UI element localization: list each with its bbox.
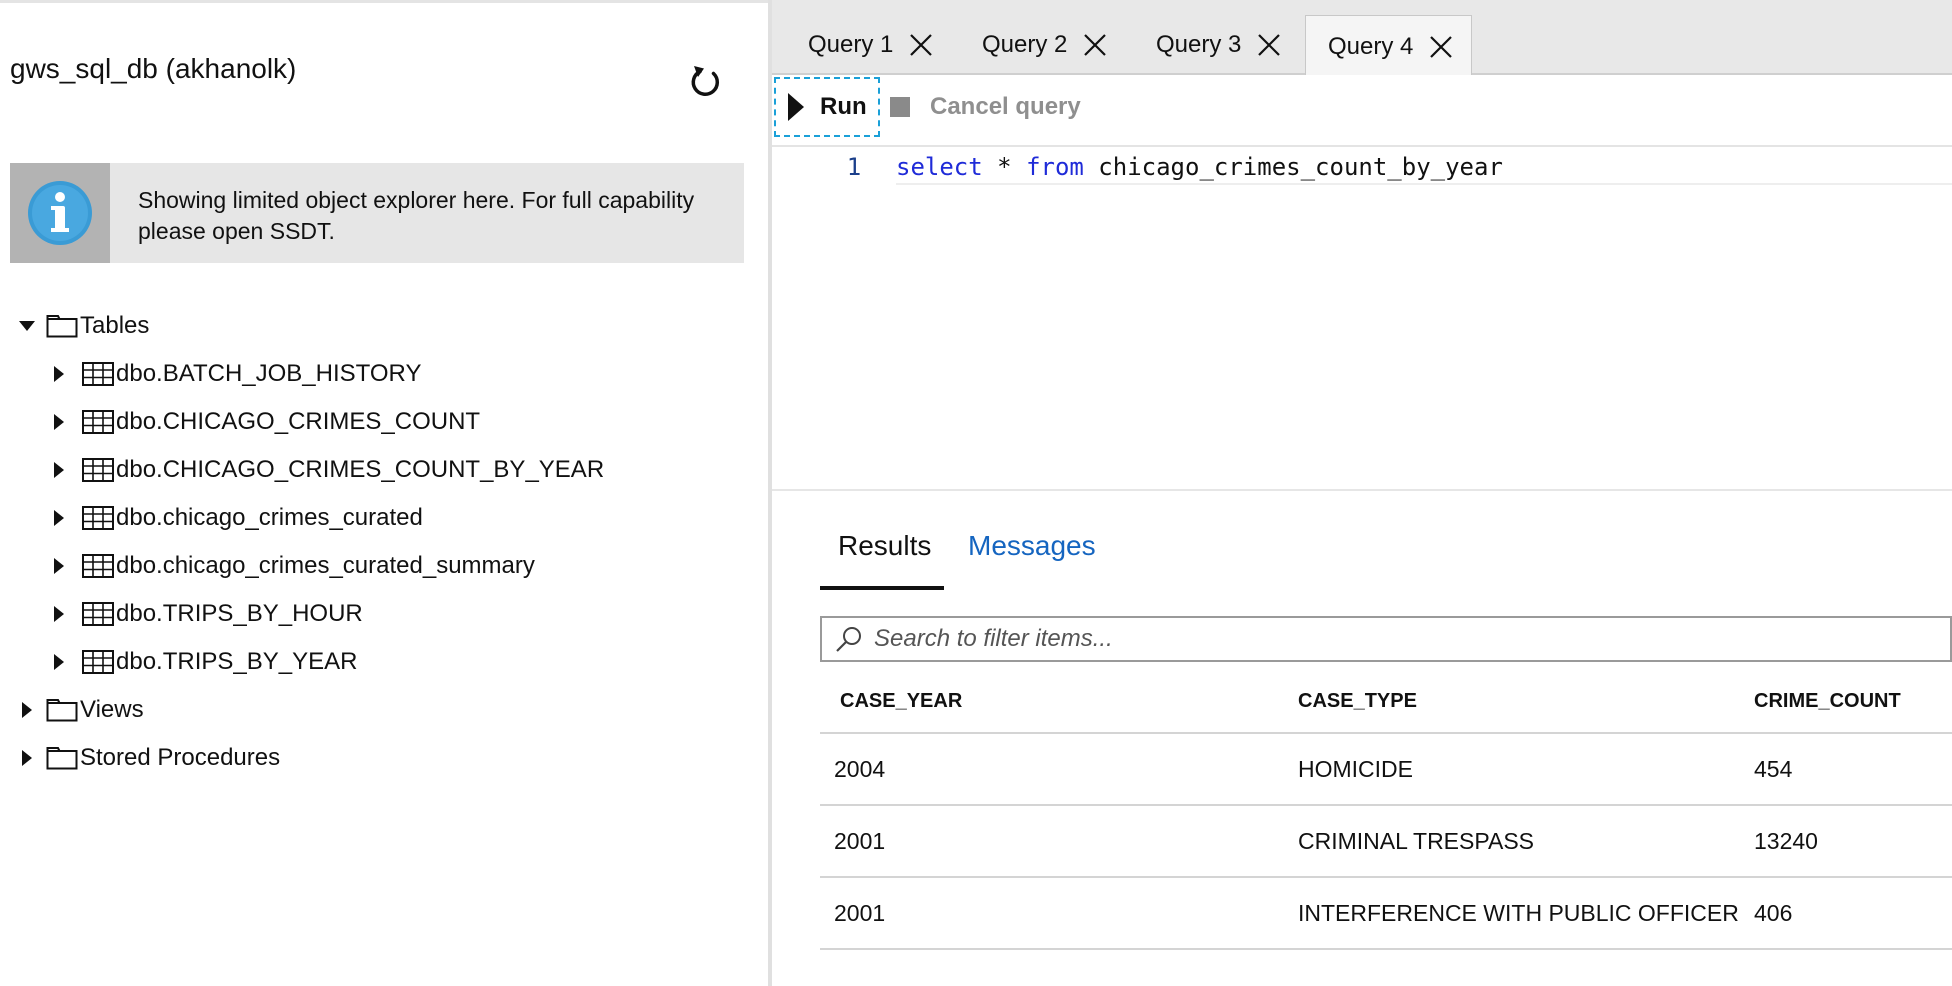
cell-case-type: CRIMINAL TRESPASS (1298, 828, 1535, 854)
table-icon (82, 506, 114, 530)
table-name: dbo.BATCH_JOB_HISTORY (116, 360, 422, 387)
close-icon[interactable] (1081, 31, 1109, 59)
info-banner-text: Showing limited object explorer here. Fo… (138, 187, 695, 244)
tree-node-stored-procedures[interactable]: Stored Procedures (18, 738, 280, 778)
folder-icon (46, 315, 78, 338)
tree-node-table[interactable]: dbo.chicago_crimes_curated (50, 498, 423, 538)
cancel-query-button[interactable]: Cancel query (890, 77, 1081, 137)
results-panel: Results Messages CASE_YEAR CASE_TYPE CRI… (820, 530, 1952, 986)
sql-editor[interactable]: 1 select * from chicago_crimes_count_by_… (772, 149, 1952, 491)
table-icon (82, 602, 114, 626)
close-icon[interactable] (1427, 33, 1455, 61)
run-label: Run (820, 93, 867, 120)
run-button[interactable]: Run (774, 77, 880, 137)
caret-right-icon[interactable] (50, 653, 68, 671)
sql-keyword: from (1026, 153, 1084, 181)
column-header-crime-count[interactable]: CRIME_COUNT (1754, 690, 1901, 713)
search-icon (836, 627, 861, 652)
tab-results[interactable]: Results (820, 530, 944, 590)
table-row[interactable]: 2001 INTERFERENCE WITH PUBLIC OFFICER 40… (820, 878, 1952, 950)
tree-label-stored-procedures: Stored Procedures (80, 744, 281, 771)
database-title: gws_sql_db (akhanolk) (10, 53, 297, 84)
grid-header-row: CASE_YEAR CASE_TYPE CRIME_COUNT (820, 668, 1952, 734)
tree-node-table[interactable]: dbo.BATCH_JOB_HISTORY (50, 354, 421, 394)
stop-icon (890, 97, 910, 117)
cell-case-year: 2004 (834, 756, 886, 782)
table-name: dbo.TRIPS_BY_HOUR (116, 600, 363, 627)
tree-node-table[interactable]: dbo.chicago_crimes_curated_summary (50, 546, 535, 586)
table-name: dbo.CHICAGO_CRIMES_COUNT_BY_YEAR (116, 456, 605, 483)
caret-right-icon[interactable] (50, 461, 68, 479)
tab-query-2[interactable]: Query 2 (946, 15, 1125, 75)
sql-table-name: chicago_crimes_count_by_year (1083, 153, 1503, 181)
caret-right-icon[interactable] (18, 701, 36, 719)
tab-label: Query 4 (1328, 32, 1414, 60)
play-icon (788, 93, 804, 121)
cell-crime-count: 454 (1754, 756, 1793, 782)
folder-icon (46, 699, 78, 722)
tree-node-views[interactable]: Views (18, 690, 144, 730)
table-row[interactable]: 2001 CRIMINAL TRESPASS 13240 (820, 806, 1952, 878)
caret-right-icon[interactable] (50, 557, 68, 575)
tab-messages[interactable]: Messages (968, 530, 1096, 590)
cell-crime-count: 406 (1754, 900, 1793, 926)
table-name: dbo.TRIPS_BY_YEAR (116, 648, 358, 675)
close-icon[interactable] (1255, 31, 1283, 59)
query-tab-bar: Query 1 Query 2 Query 3 Query 4 (772, 0, 1952, 77)
info-banner: Showing limited object explorer here. Fo… (10, 163, 744, 263)
tab-label: Query 2 (982, 31, 1068, 58)
code-line[interactable]: select * from chicago_crimes_count_by_ye… (896, 149, 1952, 185)
table-icon (82, 554, 114, 578)
folder-icon (46, 747, 78, 770)
cell-case-type: HOMICIDE (1298, 756, 1413, 782)
cancel-label: Cancel query (930, 93, 1081, 120)
cell-case-type: INTERFERENCE WITH PUBLIC OFFICER (1298, 900, 1739, 926)
caret-right-icon[interactable] (50, 365, 68, 383)
tree-label-views: Views (80, 696, 144, 723)
caret-right-icon[interactable] (50, 413, 68, 431)
refresh-icon[interactable] (686, 61, 726, 101)
table-name: dbo.CHICAGO_CRIMES_COUNT (116, 408, 481, 435)
results-grid: CASE_YEAR CASE_TYPE CRIME_COUNT 2004 HOM… (820, 668, 1952, 950)
table-icon (82, 362, 114, 386)
close-icon[interactable] (907, 31, 935, 59)
tab-query-3[interactable]: Query 3 (1120, 15, 1299, 75)
cell-case-year: 2001 (834, 900, 886, 926)
column-header-case-type[interactable]: CASE_TYPE (1298, 690, 1417, 713)
caret-right-icon[interactable] (50, 605, 68, 623)
column-header-case-year[interactable]: CASE_YEAR (840, 690, 962, 713)
tree-node-table[interactable]: dbo.CHICAGO_CRIMES_COUNT (50, 402, 480, 442)
tab-query-1[interactable]: Query 1 (772, 15, 951, 75)
query-toolbar: Run Cancel query (772, 75, 1952, 147)
table-icon (82, 410, 114, 434)
tree-node-tables[interactable]: Tables (18, 306, 149, 346)
query-editor-pane: Query 1 Query 2 Query 3 Query 4 Run Canc… (772, 0, 1952, 986)
table-row[interactable]: 2004 HOMICIDE 454 (820, 734, 1952, 806)
sql-keyword: select (896, 153, 983, 181)
tree-label-tables: Tables (80, 312, 150, 339)
table-name: dbo.chicago_crimes_curated_summary (116, 552, 535, 579)
tab-label: Query 3 (1156, 31, 1242, 58)
table-icon (82, 650, 114, 674)
caret-right-icon[interactable] (18, 749, 36, 767)
tree-node-table[interactable]: dbo.TRIPS_BY_HOUR (50, 594, 363, 634)
tree-node-table[interactable]: dbo.CHICAGO_CRIMES_COUNT_BY_YEAR (50, 450, 604, 490)
search-input[interactable] (874, 625, 1874, 653)
cell-crime-count: 13240 (1754, 828, 1818, 854)
table-icon (82, 458, 114, 482)
line-number: 1 (846, 153, 862, 181)
tree-node-table[interactable]: dbo.TRIPS_BY_YEAR (50, 642, 357, 682)
info-icon (28, 181, 92, 245)
search-box[interactable] (820, 616, 1952, 662)
sql-token: * (982, 153, 1027, 181)
table-name: dbo.chicago_crimes_curated (116, 504, 423, 531)
tab-label: Query 1 (808, 31, 894, 58)
object-explorer: gws_sql_db (akhanolk) Showing limited ob… (0, 3, 768, 986)
tab-query-4[interactable]: Query 4 (1305, 15, 1473, 77)
info-icon-box (10, 163, 110, 263)
caret-down-icon[interactable] (18, 317, 36, 335)
cell-case-year: 2001 (834, 828, 886, 854)
caret-right-icon[interactable] (50, 509, 68, 527)
app-root: gws_sql_db (akhanolk) Showing limited ob… (0, 0, 1952, 986)
